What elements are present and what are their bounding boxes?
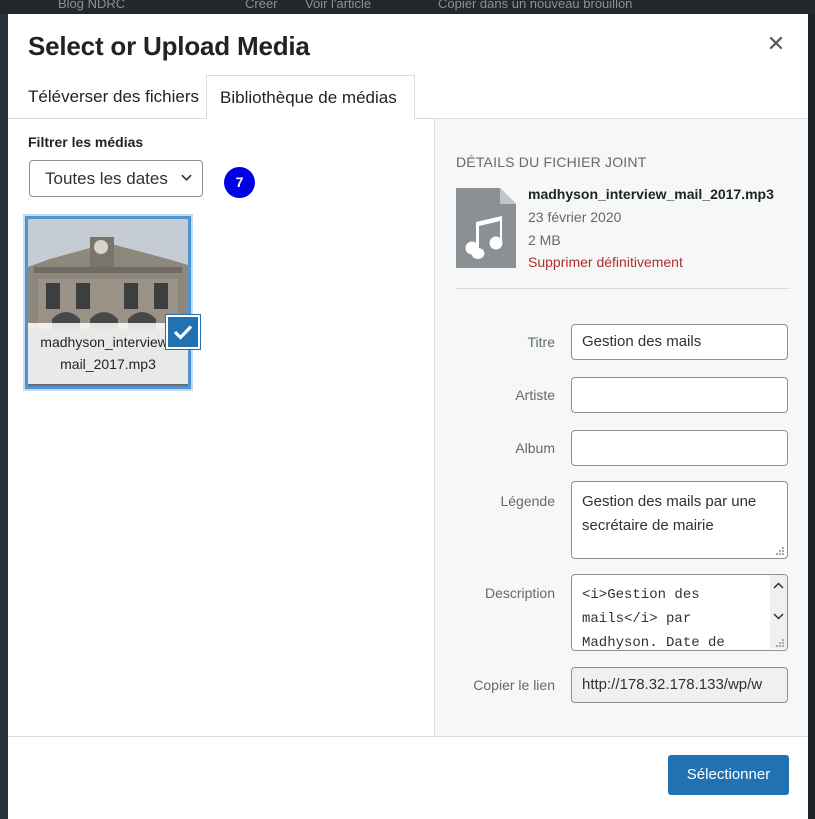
artist-label: Artiste xyxy=(515,387,555,403)
details-filename: madhyson_interview_mail_2017.mp3 xyxy=(528,186,774,202)
description-label: Description xyxy=(484,585,555,601)
attachment-details-sidebar: DÉTAILS DU FICHIER JOINT madhyson_interv… xyxy=(434,119,808,736)
step-badge: 7 xyxy=(224,167,255,198)
caption-text: Gestion des mails par une secrétaire de … xyxy=(582,493,757,534)
attachments-browser: Filtrer les médias Toutes les dates 7 ma… xyxy=(8,119,434,736)
caption-label: Légende xyxy=(500,493,555,509)
chevron-down-icon xyxy=(181,174,192,181)
admin-bar-copy[interactable]: Copier dans un nouveau brouillon xyxy=(438,0,632,11)
modal-title: Select or Upload Media xyxy=(28,31,310,61)
details-date: 23 février 2020 xyxy=(528,209,622,225)
selected-check-icon[interactable] xyxy=(166,315,200,349)
copy-link-label: Copier le lien xyxy=(473,677,555,693)
media-modal: Select or Upload Media ✕ Téléverser des … xyxy=(8,14,808,819)
album-input[interactable] xyxy=(571,430,788,466)
resize-grip-icon[interactable] xyxy=(775,638,784,647)
admin-menu-backdrop xyxy=(0,14,8,819)
date-filter-value: Toutes les dates xyxy=(45,169,168,188)
attachment-filename: madhyson_interview_mail_2017.mp3 xyxy=(28,323,188,384)
details-separator xyxy=(456,288,790,289)
close-icon[interactable]: ✕ xyxy=(764,32,788,56)
album-label: Album xyxy=(515,440,555,456)
admin-bar-view[interactable]: Voir l'article xyxy=(305,0,371,11)
filter-label: Filtrer les médias xyxy=(28,134,144,150)
copy-link-input[interactable]: http://178.32.178.133/wp/w xyxy=(571,667,788,703)
audio-file-icon xyxy=(456,188,516,268)
admin-bar-create[interactable]: Créer xyxy=(245,0,278,11)
tab-media-library[interactable]: Bibliothèque de médias xyxy=(206,75,415,119)
description-textarea[interactable]: <i>Gestion des mails</i> par Madhyson. D… xyxy=(571,574,788,651)
title-input[interactable]: Gestion des mails xyxy=(571,324,788,360)
tab-upload-files[interactable]: Téléverser des fichiers xyxy=(28,75,199,119)
select-button[interactable]: Sélectionner xyxy=(668,755,789,795)
modal-footer: Sélectionner xyxy=(8,737,808,819)
artist-input[interactable] xyxy=(571,377,788,413)
description-text: <i>Gestion des mails</i> par Madhyson. D… xyxy=(582,587,725,651)
date-filter-select[interactable]: Toutes les dates xyxy=(29,160,203,197)
resize-grip-icon[interactable] xyxy=(775,546,784,555)
checkmark-icon xyxy=(173,325,193,340)
title-label: Titre xyxy=(527,334,555,350)
admin-bar-site[interactable]: Blog NDRC xyxy=(58,0,125,11)
backdrop-right xyxy=(808,14,815,819)
admin-bar: Blog NDRC Créer Voir l'article Copier da… xyxy=(0,0,815,14)
caption-textarea[interactable]: Gestion des mails par une secrétaire de … xyxy=(571,481,788,559)
details-size: 2 MB xyxy=(528,232,561,248)
attachment-thumbnail[interactable]: madhyson_interview_mail_2017.mp3 xyxy=(25,216,191,389)
details-heading: DÉTAILS DU FICHIER JOINT xyxy=(456,154,647,170)
delete-permanently-link[interactable]: Supprimer définitivement xyxy=(528,254,683,270)
